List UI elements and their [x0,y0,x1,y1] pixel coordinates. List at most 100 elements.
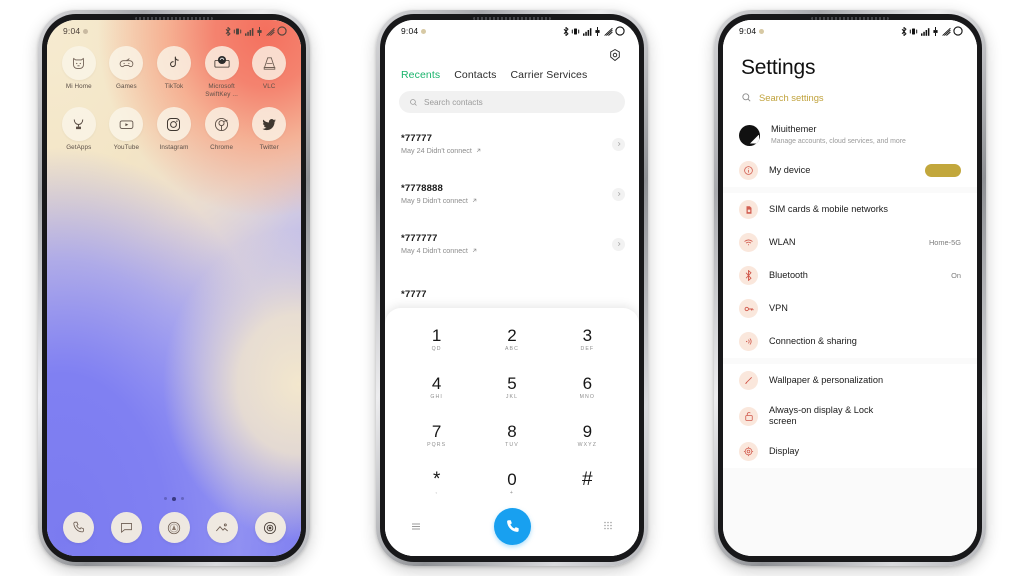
page-dot[interactable] [163,497,168,501]
dialpad-key-hash[interactable]: # [550,462,625,504]
app-tiktok[interactable]: TikTok [150,46,198,98]
getapps-icon [61,107,96,142]
key-letters: PQRS [427,441,447,448]
app-chrome[interactable]: Chrome [198,107,246,152]
app-label: VLC [262,83,276,90]
dialpad-key-3[interactable]: 3 DEF [550,318,625,360]
dialer-toolbar [385,42,639,63]
app-twitter[interactable]: Twitter [245,107,293,152]
settings-row-vpn[interactable]: VPN [723,292,977,325]
dialpad-key-0[interactable]: 0 + [474,462,549,504]
key-digit: 7 [431,421,442,441]
earpiece-speaker [135,17,213,20]
app-label: Mi Home [65,83,92,90]
status-indicator-dot [759,28,765,34]
chevron-right-icon[interactable] [612,187,625,201]
settings-row-wallpaper[interactable]: Wallpaper & personalization [723,364,977,397]
youtube-icon [109,107,144,142]
dialpad-key-5[interactable]: 5 JKL [474,366,549,408]
app-swiftkey[interactable]: Microsoft SwiftKey ... [198,46,246,98]
app-vlc[interactable]: VLC [245,46,293,98]
dialpad-key-7[interactable]: 7 PQRS [399,414,474,456]
settings-row-label: WLAN [769,236,796,247]
settings-list[interactable]: Miuithemer Manage accounts, cloud servic… [723,116,977,556]
app-label: Instagram [159,144,189,152]
search-settings-input[interactable]: Search settings [741,80,959,116]
app-label: Microsoft SwiftKey ... [205,83,238,98]
phone-bezel: 9:04 [380,14,644,562]
call-log-row[interactable]: *77777 May 24 Didn't connect [385,119,639,169]
status-indicator-dot [83,28,89,34]
dialpad-key-2[interactable]: 2 ABC [474,318,549,360]
page-dot[interactable] [180,497,185,501]
dock-browser-icon[interactable] [158,512,190,543]
tab-recents[interactable]: Recents [401,69,440,81]
status-time: 9:04 [63,26,81,36]
battery-icon [953,26,963,36]
dock [47,512,301,556]
phone-home-screen: 9:04 Mi Home Games TikTok Microsoft Swif… [38,10,310,566]
dialpad-key-9[interactable]: 9 WXYZ [550,414,625,456]
dialpad-key-star[interactable]: *, [399,462,474,504]
status-bar-settings: 9:04 [723,20,977,42]
gear-icon[interactable] [606,46,623,63]
settings-row-sim-cards[interactable]: SIM cards & mobile networks [723,193,977,226]
call-number: *7778888 [401,183,443,194]
wifi-icon [941,27,951,36]
tab-contacts[interactable]: Contacts [454,69,496,81]
key-digit: 4 [431,373,442,393]
home-empty-area [47,152,301,497]
dialpad-key-1[interactable]: 1 QD [399,318,474,360]
settings-row-bluetooth[interactable]: Bluetooth On [723,259,977,292]
vibrate-icon [571,28,580,34]
account-name: Miuithemer [771,124,817,135]
dock-camera-icon[interactable] [254,512,286,543]
status-bar-dialer: 9:04 [385,20,639,42]
dialpad-key-4[interactable]: 4 GHI [399,366,474,408]
settings-row-label: My device [769,164,811,175]
search-placeholder: Search contacts [424,97,483,107]
app-label: GetApps [66,144,92,152]
keypad-icon[interactable] [599,520,617,532]
menu-icon[interactable] [407,520,425,532]
settings-row-account[interactable]: Miuithemer Manage accounts, cloud servic… [723,116,977,154]
settings-row-label: VPN [769,302,788,313]
page-indicator[interactable] [47,497,301,512]
phone-bezel: 9:04 Settings Search settings Miuithemer… [718,14,982,562]
dock-gallery-icon[interactable] [206,512,238,543]
dialpad-key-6[interactable]: 6 MNO [550,366,625,408]
chevron-right-icon[interactable] [612,237,625,251]
settings-row-display[interactable]: Display [723,435,977,468]
settings-header: Settings Search settings [723,42,977,116]
phone-dialer-screen: 9:04 Recents Contacts Carrier Services S… [376,10,648,566]
dialpad-key-8[interactable]: 8 TUV [474,414,549,456]
app-instagram[interactable]: Instagram [150,107,198,152]
key-letters: DEF [580,345,595,352]
call-log-row[interactable]: *7778888 May 9 Didn't connect [385,169,639,219]
app-mi-home[interactable]: Mi Home [55,46,103,98]
phone-bezel: 9:04 [42,14,306,562]
vlc-icon [252,46,287,80]
chevron-right-icon[interactable] [612,137,625,151]
dock-messages-icon[interactable] [110,512,142,543]
dock-phone-icon[interactable] [62,512,94,543]
data-icon [257,26,262,36]
app-games[interactable]: Games [103,46,151,98]
settings-row-wlan[interactable]: WLAN Home-5G [723,226,977,259]
search-contacts-input[interactable]: Search contacts [399,91,625,113]
settings-row-label: Wallpaper & personalization [769,374,884,385]
key-letters: MNO [579,393,596,400]
settings-row-aod-lockscreen[interactable]: Always-on display & Lock screen [723,397,977,435]
call-log-row[interactable]: *777777 May 4 Didn't connect [385,219,639,269]
settings-row-connection-sharing[interactable]: Connection & sharing [723,325,977,358]
outgoing-call-icon [472,198,477,203]
vibrate-icon [909,28,918,34]
earpiece-speaker [811,17,889,20]
tab-carrier-services[interactable]: Carrier Services [510,69,587,81]
key-letters: WXYZ [577,441,598,448]
call-button[interactable] [493,507,531,545]
settings-row-my-device[interactable]: My device [723,154,977,187]
page-dot-active[interactable] [172,497,176,501]
app-youtube[interactable]: YouTube [103,107,151,152]
app-getapps[interactable]: GetApps [55,107,103,152]
